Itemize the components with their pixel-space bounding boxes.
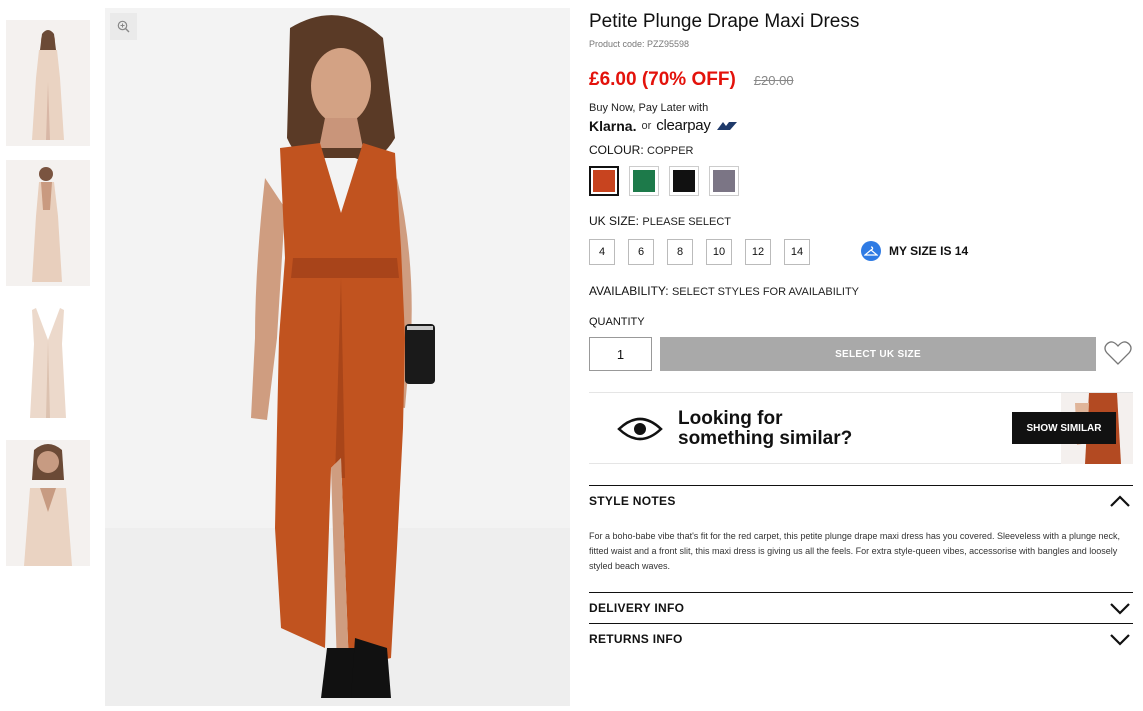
delivery-info-title: DELIVERY INFO [589, 601, 685, 615]
add-to-bag-button[interactable]: SELECT UK SIZE [660, 337, 1096, 371]
thumbnail-front-nude[interactable] [6, 20, 90, 146]
product-title: Petite Plunge Drape Maxi Dress [589, 11, 860, 32]
size-label-row: UK SIZE: PLEASE SELECT [589, 214, 731, 228]
chevron-up-icon [1110, 495, 1130, 507]
show-similar-button[interactable]: SHOW SIMILAR [1012, 412, 1116, 444]
price-row: £6.00 (70% OFF) £20.00 [589, 69, 794, 91]
size-value: PLEASE SELECT [642, 216, 732, 228]
my-size-label: MY SIZE IS 14 [889, 244, 969, 258]
colour-value: COPPER [647, 145, 694, 157]
thumbnail-back-nude[interactable] [6, 160, 90, 286]
sale-price: £6.00 (70% OFF) [589, 69, 736, 90]
zoom-button[interactable] [110, 13, 137, 40]
delivery-info-section: DELIVERY INFO [589, 592, 1133, 623]
availability-label: AVAILABILITY: [589, 284, 669, 298]
similar-heading: Looking for something similar? [678, 409, 852, 449]
thumbnail-image [6, 440, 90, 566]
thumbnail-flat-nude[interactable] [6, 300, 90, 426]
thumbnail-image [6, 160, 90, 286]
quantity-label: QUANTITY [589, 316, 645, 328]
size-option-4[interactable]: 4 [589, 239, 615, 265]
size-option-14[interactable]: 14 [784, 239, 810, 265]
size-options: 4 6 8 10 12 14 [589, 239, 810, 265]
hanger-icon [861, 241, 881, 261]
size-option-8[interactable]: 8 [667, 239, 693, 265]
style-notes-section: STYLE NOTES [589, 485, 1133, 516]
zoom-icon [117, 20, 130, 33]
style-notes-title: STYLE NOTES [589, 494, 676, 508]
colour-label-row: COLOUR: COPPER [589, 143, 694, 157]
similar-banner: Looking for something similar? SHOW SIMI… [589, 392, 1133, 464]
eye-icon [617, 417, 663, 441]
style-notes-header[interactable]: STYLE NOTES [589, 486, 1133, 516]
model-in-copper-dress [105, 8, 570, 706]
original-price: £20.00 [753, 73, 794, 88]
clearpay-mark-icon [716, 121, 737, 130]
thumbnail-closeup-nude[interactable] [6, 440, 90, 566]
size-option-10[interactable]: 10 [706, 239, 732, 265]
colour-swatches [589, 166, 739, 196]
returns-info-section: RETURNS INFO [589, 623, 1133, 654]
product-code: Product code: PZZ95598 [589, 39, 690, 49]
size-option-6[interactable]: 6 [628, 239, 654, 265]
swatch-grey[interactable] [709, 166, 739, 196]
bnpl-or: or [641, 119, 652, 132]
swatch-black[interactable] [669, 166, 699, 196]
thumbnail-image [6, 20, 90, 146]
chevron-down-icon [1110, 634, 1130, 646]
similar-line-2: something similar? [678, 428, 853, 449]
returns-info-title: RETURNS INFO [589, 632, 683, 646]
size-option-12[interactable]: 12 [745, 239, 771, 265]
klarna-logo[interactable]: Klarna. [589, 118, 636, 134]
thumbnail-gallery [6, 20, 90, 580]
main-product-image[interactable] [105, 8, 570, 706]
similar-line-1: Looking for [678, 408, 783, 429]
wishlist-heart-icon[interactable] [1103, 338, 1133, 368]
size-label: UK SIZE: [589, 214, 640, 228]
delivery-info-header[interactable]: DELIVERY INFO [589, 593, 1133, 623]
my-size-button[interactable]: MY SIZE IS 14 [861, 241, 968, 261]
bnpl-intro: Buy Now, Pay Later with [589, 102, 709, 114]
swatch-copper[interactable] [589, 166, 619, 196]
bnpl-logos: Klarna. or clearpay [589, 117, 738, 134]
style-notes-text: For a boho-babe vibe that's fit for the … [589, 531, 1121, 571]
chevron-down-icon [1110, 603, 1130, 615]
availability-row: AVAILABILITY: SELECT STYLES FOR AVAILABI… [589, 284, 859, 298]
thumbnail-image [6, 300, 90, 426]
swatch-green[interactable] [629, 166, 659, 196]
quantity-input[interactable] [589, 337, 652, 371]
returns-info-header[interactable]: RETURNS INFO [589, 624, 1133, 654]
availability-value: SELECT STYLES FOR AVAILABILITY [671, 286, 860, 298]
clearpay-logo[interactable]: clearpay [656, 117, 711, 134]
colour-label: COLOUR: [589, 143, 644, 157]
